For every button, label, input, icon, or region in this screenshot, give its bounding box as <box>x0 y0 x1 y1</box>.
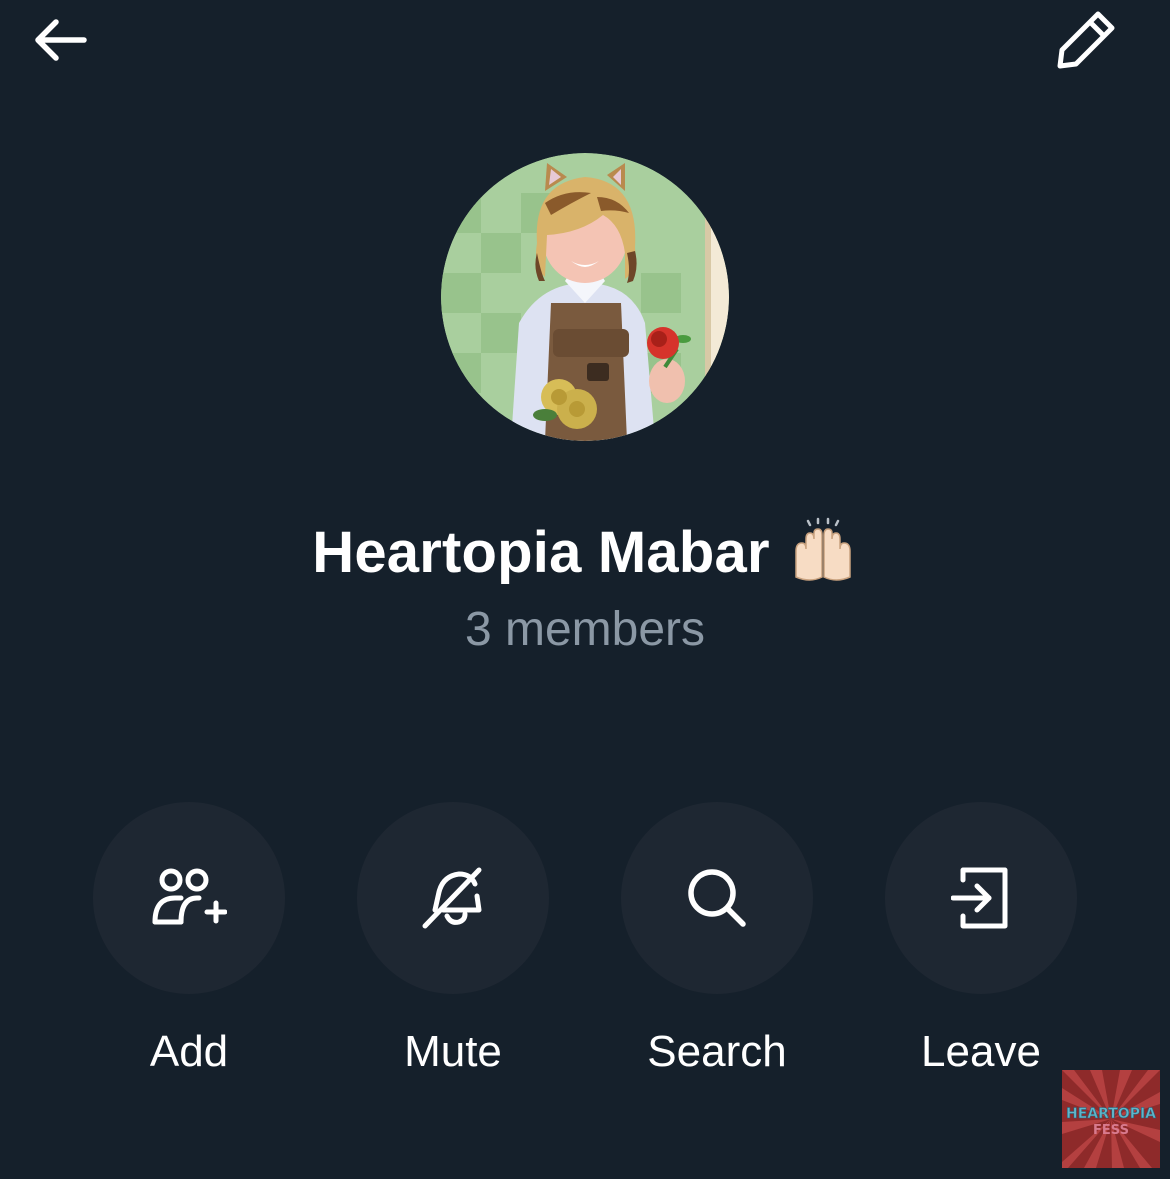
search-label: Search <box>647 1027 787 1076</box>
add-button-circle[interactable] <box>93 802 285 994</box>
leave-button-circle[interactable] <box>885 802 1077 994</box>
group-name: Heartopia Mabar <box>312 519 770 585</box>
add-button[interactable]: Add <box>93 802 285 1080</box>
search-icon <box>688 869 746 927</box>
leave-button[interactable]: Leave <box>885 802 1077 1080</box>
arrow-left-icon <box>35 19 87 61</box>
search-button-circle[interactable] <box>621 802 813 994</box>
group-avatar[interactable] <box>441 153 729 441</box>
add-people-icon <box>152 868 227 925</box>
raising-hands-emoji <box>794 517 851 581</box>
mute-button[interactable]: Mute <box>357 802 549 1080</box>
leave-label: Leave <box>921 1027 1041 1076</box>
avatar-image <box>441 153 729 441</box>
leave-icon <box>951 867 1008 929</box>
search-button[interactable]: Search <box>621 802 813 1080</box>
watermark-line1: HEARTOPIA <box>1066 1106 1156 1122</box>
mute-label: Mute <box>404 1027 502 1076</box>
mute-button-circle[interactable] <box>357 802 549 994</box>
heartopia-fess-watermark: HEARTOPIA FESS <box>1062 1070 1160 1168</box>
watermark-line2: FESS <box>1093 1123 1129 1138</box>
bell-slash-icon <box>422 867 482 929</box>
group-name-row: Heartopia Mabar <box>0 512 1170 592</box>
member-count[interactable]: 3 members <box>0 598 1170 662</box>
add-label: Add <box>149 1027 229 1076</box>
back-button[interactable] <box>20 0 100 80</box>
edit-button[interactable] <box>1046 0 1126 80</box>
pencil-icon <box>1057 11 1115 69</box>
